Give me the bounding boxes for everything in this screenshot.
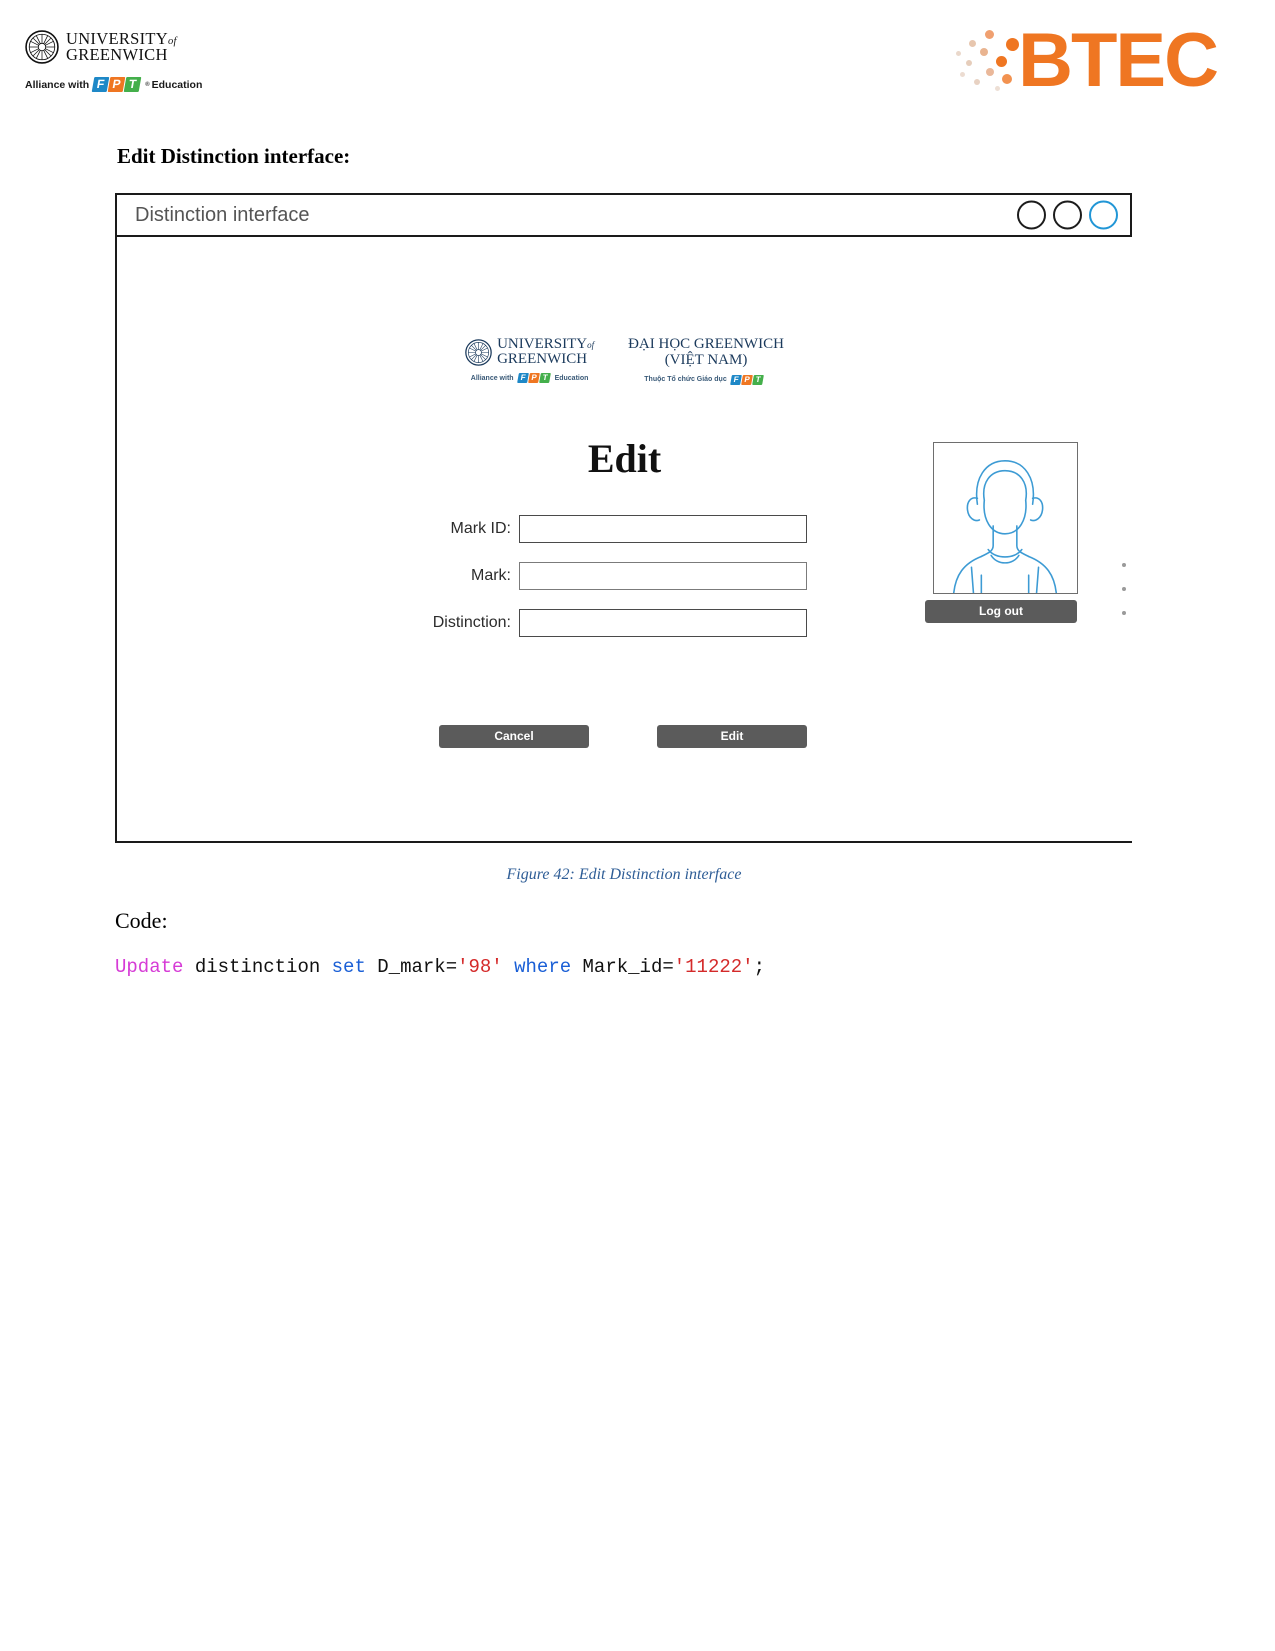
registered-mark: ® [145,81,150,88]
uog-line1-suffix: of [168,35,177,47]
code-token-6: where [514,956,572,978]
distinction-label: Distinction: [432,614,511,631]
code-token-9: ; [753,956,765,978]
alliance-suffix: Education [151,78,203,91]
page-title: Edit Distinction interface: [117,144,351,168]
btec-logo: BTEC [952,18,1219,103]
code-token-7: Mark_id= [571,956,674,978]
fpt-letter-f: F [729,374,742,385]
scroll-handle-dots-icon[interactable] [1122,563,1128,635]
uog-line2: GREENWICH [66,45,168,65]
distinction-input[interactable] [519,609,807,637]
app-logo-bar: UNIVERSITYof GREENWICH Alliance with F P… [117,336,1132,385]
minimize-button[interactable] [1017,200,1046,230]
code-token-8: '11222' [673,956,754,978]
fpt-letter-p: P [740,374,753,385]
btec-dot-cluster-icon [952,24,1024,98]
alliance-prefix: Alliance with [25,78,90,91]
cancel-button[interactable]: Cancel [439,725,589,748]
close-button[interactable] [1089,200,1118,230]
compass-rose-seal-icon [25,30,59,64]
app-uog-line1-suffix: of [587,340,595,350]
form-row-distinction: Distinction: [405,609,807,637]
window-controls [1017,200,1118,230]
window-title: Distinction interface [135,203,310,226]
form-actions: Cancel Edit [439,725,807,748]
maximize-button[interactable] [1053,200,1082,230]
fpt-letter-p: P [527,373,540,383]
fpt-logo-icon: F P T [516,373,552,383]
app-uog-line1: UNIVERSITY [497,336,588,352]
page-header: UNIVERSITYof GREENWICH Alliance with F P… [0,0,1275,128]
app-vn-sub-prefix: Thuộc Tổ chức Giáo dục [644,376,727,383]
fpt-alliance-strip: Alliance with F P T ® Education [25,77,225,92]
app-vn-line1: ĐẠI HỌC GREENWICH [628,336,784,352]
window-titlebar: Distinction interface [115,193,1132,237]
logout-button[interactable]: Log out [925,600,1077,623]
app-uog-line2: GREENWICH [497,351,588,367]
code-token-3: D_mark= [365,956,458,978]
app-vn-logo: ĐẠI HỌC GREENWICH (VIỆT NAM) Thuộc Tổ ch… [628,336,784,385]
fpt-letter-t: T [538,373,551,383]
btec-wordmark: BTEC [1018,18,1219,103]
fpt-logo-icon: F P T [729,374,765,385]
code-token-5 [503,956,514,978]
form-row-mark: Mark: [405,562,807,590]
avatar [933,442,1078,594]
fpt-logo-icon: F P T [91,77,143,92]
code-token-0: Update [115,956,184,978]
code-token-4: '98' [457,956,503,978]
code-token-2: set [331,956,366,978]
user-portrait-icon [952,460,1058,593]
app-uog-logo: UNIVERSITYof GREENWICH Alliance with F P… [465,337,594,385]
app-vn-line2: (VIỆT NAM) [664,351,748,368]
code-heading: Code: [115,908,168,933]
fpt-letter-f: F [91,77,110,92]
mark-id-label: Mark ID: [450,520,511,537]
fpt-letter-p: P [107,77,126,92]
figure-caption: Figure 42: Edit Distinction interface [506,866,742,883]
mark-input[interactable] [519,562,807,590]
edit-submit-button[interactable]: Edit [657,725,807,748]
compass-rose-seal-icon [465,338,492,366]
app-alliance-prefix: Alliance with [470,374,514,382]
code-token-1: distinction [183,956,332,978]
fpt-letter-f: F [516,373,529,383]
fpt-letter-t: T [751,374,764,385]
app-alliance-strip: Alliance with F P T Education [465,373,594,383]
sql-code-line: Update distinction set D_mark='98' where… [115,956,765,978]
window-body: UNIVERSITYof GREENWICH Alliance with F P… [115,237,1132,843]
app-alliance-suffix: Education [554,374,589,382]
edit-distinction-form: Mark ID: Mark: Distinction: [405,515,807,656]
fpt-letter-t: T [123,77,142,92]
form-row-mark-id: Mark ID: [405,515,807,543]
university-of-greenwich-logo: UNIVERSITYof GREENWICH Alliance with F P… [25,30,225,92]
mark-id-input[interactable] [519,515,807,543]
distinction-interface-window: Distinction interface UNIVERSITYof GREEN… [115,193,1132,843]
app-vn-sub-strip: Thuộc Tổ chức Giáo dục F P T [628,374,784,385]
mark-label: Mark: [471,567,511,584]
